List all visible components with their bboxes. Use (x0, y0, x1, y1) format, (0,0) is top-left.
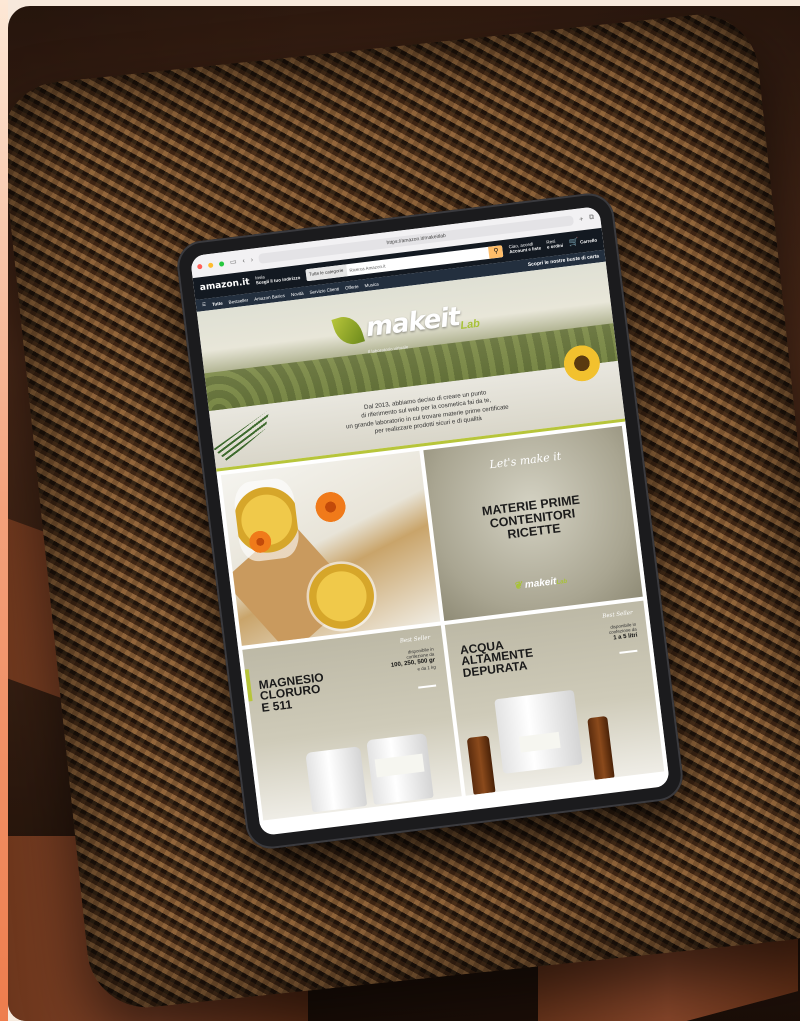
new-tab-icon[interactable]: + (579, 216, 584, 223)
close-window-button[interactable] (196, 263, 203, 269)
best-seller-badge: Best Seller (399, 634, 431, 645)
maximize-window-button[interactable] (218, 260, 225, 267)
availability-text: disponibile in confezione da 100, 250, 5… (389, 647, 437, 676)
brown-bottle-image (587, 715, 615, 780)
categories-list: MATERIE PRIME CONTENITORI RICETTE (431, 487, 634, 550)
oil-jars-photo-tile[interactable] (220, 450, 441, 646)
accent-bar (244, 669, 253, 702)
back-icon[interactable]: ‹ (242, 257, 245, 264)
tablet-screen: ▭ ‹ › https://amazon.it/makeitlab + ⧉ am… (189, 206, 671, 836)
product-tile-acqua[interactable]: Best Seller ACQUA ALTAMENTE DEPURATA dis… (444, 600, 665, 796)
orders-line2: e ordini (546, 242, 564, 250)
mini-logo-name: makeit (524, 576, 558, 591)
account-label: Account e liste (508, 245, 542, 255)
nav-item-servizio-clienti[interactable]: Servizio Clienti (309, 286, 339, 295)
availability-text: disponibile in confezione da 1 a 5 litri (608, 622, 638, 643)
makeit-mini-logo: ❦ makeitLab (441, 566, 641, 601)
lets-make-it-heading: Let's make it (488, 449, 562, 472)
orders-link[interactable]: Resi e ordini (546, 239, 563, 251)
nav-item-amazon-basics[interactable]: Amazon Basics (254, 293, 285, 302)
tablet-device: ▭ ‹ › https://amazon.it/makeitlab + ⧉ am… (174, 190, 686, 852)
water-jerrycan-image (494, 689, 583, 774)
product-title: ACQUA ALTAMENTE DEPURATA (459, 637, 535, 680)
amazon-logo[interactable]: amazon.it (199, 277, 250, 293)
makeit-lab-logo[interactable]: makeitLab (331, 300, 481, 349)
leaf-icon (331, 312, 366, 349)
search-icon[interactable]: ⚲ (488, 245, 504, 259)
brand-name: makeit (364, 302, 462, 344)
frame-edge (0, 0, 8, 1021)
lets-make-it-tile[interactable]: Let's make it MATERIE PRIME CONTENITORI … (423, 425, 643, 622)
account-menu[interactable]: Ciao, accedi Account e liste (508, 241, 542, 256)
sidebar-icon[interactable]: ▭ (230, 258, 237, 267)
nav-item-all[interactable]: Tutte (212, 300, 223, 306)
brown-bottle-image (466, 735, 496, 795)
nav-item-novita[interactable]: Novità (291, 290, 304, 297)
divider (619, 649, 638, 654)
nav-item-bestseller[interactable]: Bestseller (228, 297, 248, 304)
brand-suffix: Lab (459, 317, 481, 332)
product-title: MAGNESIO CLORURO E 511 (258, 670, 327, 714)
best-seller-badge: Best Seller (602, 610, 634, 620)
search-category-select[interactable]: Tutte le categorie (305, 264, 348, 282)
nav-item-musica[interactable]: Musica (364, 281, 379, 288)
photo-scene: ▭ ‹ › https://amazon.it/makeitlab + ⧉ am… (0, 0, 800, 1021)
product-tub-image (305, 746, 368, 813)
store-tile-grid: Let's make it MATERIE PRIME CONTENITORI … (216, 421, 669, 826)
cart-label: Carrello (579, 237, 598, 245)
tabs-overview-icon[interactable]: ⧉ (589, 214, 595, 223)
forward-icon[interactable]: › (250, 256, 253, 263)
minimize-window-button[interactable] (207, 262, 214, 268)
cart-button[interactable]: 🛒 Carrello (568, 235, 597, 247)
cart-icon: 🛒 (568, 236, 580, 247)
deliver-to[interactable]: Invia Scegli il tuo indirizzo (255, 271, 301, 286)
marigold-flower-image (313, 490, 348, 524)
divider (418, 684, 437, 689)
menu-icon[interactable]: ☰ (202, 302, 207, 308)
nav-item-offerte[interactable]: Offerte (345, 283, 359, 290)
mini-logo-suffix: Lab (556, 578, 568, 587)
fern-leaf-image (210, 410, 275, 463)
product-tile-magnesio[interactable]: Best Seller MAGNESIO CLORURO E 511 dispo… (242, 625, 462, 821)
leaf-icon: ❦ (513, 580, 523, 593)
